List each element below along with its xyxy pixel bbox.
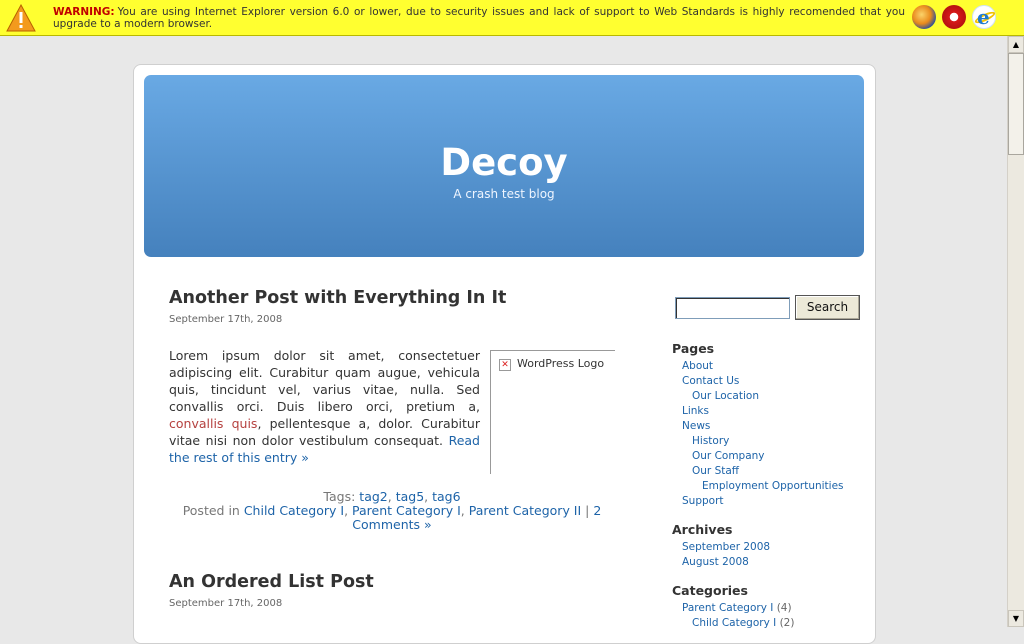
page-link-employment-opportunities[interactable]: Employment Opportunities [702, 480, 844, 492]
pages-heading: Pages [672, 341, 715, 356]
page-link-about[interactable]: About [682, 360, 713, 372]
post-body: Lorem ipsum dolor sit amet, consectetuer… [169, 347, 480, 466]
category-link-child-category-i[interactable]: Child Category I [692, 617, 776, 629]
page-link-our-company[interactable]: Our Company [692, 450, 765, 462]
tag-link[interactable]: tag5 [396, 489, 424, 504]
scroll-down-icon[interactable]: ▼ [1008, 610, 1024, 627]
search-button[interactable]: Search [795, 295, 860, 320]
page-link-links[interactable]: Links [682, 405, 709, 417]
page-link-news[interactable]: News [682, 420, 710, 432]
post-tags: Tags: tag2, tag5, tag6 [323, 489, 461, 504]
category-link[interactable]: Child Category I [244, 503, 344, 518]
scroll-up-icon[interactable]: ▲ [1008, 36, 1024, 53]
site-header: Decoy A crash test blog [144, 75, 864, 257]
pages-list: About Contact Us Our Location Links News… [682, 359, 844, 509]
page-container: Decoy A crash test blog Another Post wit… [133, 64, 876, 644]
page-link-history[interactable]: History [692, 435, 729, 447]
post-text: Lorem ipsum dolor sit amet, consectetuer… [169, 348, 480, 414]
tag-link[interactable]: tag2 [359, 489, 387, 504]
opera-icon[interactable] [942, 5, 966, 29]
category-count: (4) [776, 602, 792, 614]
warning-label: WARNING: [53, 6, 115, 18]
image-alt-text: WordPress Logo [517, 357, 605, 370]
post-title[interactable]: Another Post with Everything In It [169, 288, 506, 308]
search-input[interactable] [675, 297, 790, 319]
tag-link[interactable]: tag6 [432, 489, 460, 504]
archives-heading: Archives [672, 522, 733, 537]
scroll-thumb[interactable] [1008, 53, 1024, 155]
post-categories: Posted in Child Category I, Parent Categ… [182, 503, 602, 532]
page-link-contact-us[interactable]: Contact Us [682, 375, 739, 387]
tags-label: Tags: [323, 489, 356, 504]
categories-heading: Categories [672, 583, 748, 598]
page-link-our-staff[interactable]: Our Staff [692, 465, 739, 477]
post-meta: Tags: tag2, tag5, tag6 Posted in Child C… [169, 490, 615, 532]
post-date: September 17th, 2008 [169, 598, 283, 609]
post-image: ✕ WordPress Logo [490, 350, 615, 474]
page-link-support[interactable]: Support [682, 495, 724, 507]
ie-warning-bar: WARNING: You are using Internet Explorer … [0, 0, 1024, 36]
category-link-parent-category-i[interactable]: Parent Category I [682, 602, 773, 614]
archives-list: September 2008 August 2008 [682, 540, 770, 570]
warning-icon [6, 4, 36, 32]
category-link[interactable]: Parent Category II [469, 503, 581, 518]
archive-link[interactable]: August 2008 [682, 556, 749, 568]
warning-text: You are using Internet Explorer version … [53, 6, 905, 30]
warning-message: WARNING: You are using Internet Explorer … [53, 6, 905, 30]
post-date: September 17th, 2008 [169, 314, 283, 325]
broken-image-icon: ✕ [499, 359, 511, 371]
category-count: (2) [779, 617, 795, 629]
posted-in-label: Posted in [182, 503, 240, 518]
post-title[interactable]: An Ordered List Post [169, 572, 374, 592]
internet-explorer-icon[interactable]: e [972, 5, 997, 29]
category-link[interactable]: Parent Category I [352, 503, 461, 518]
archive-link[interactable]: September 2008 [682, 541, 770, 553]
site-tagline: A crash test blog [453, 187, 555, 201]
vertical-scrollbar[interactable]: ▲ ▼ [1007, 36, 1024, 627]
page-link-our-location[interactable]: Our Location [692, 390, 759, 402]
post-inline-link[interactable]: convallis quis [169, 416, 257, 431]
firefox-icon[interactable] [912, 5, 936, 29]
site-title[interactable]: Decoy [144, 141, 864, 184]
